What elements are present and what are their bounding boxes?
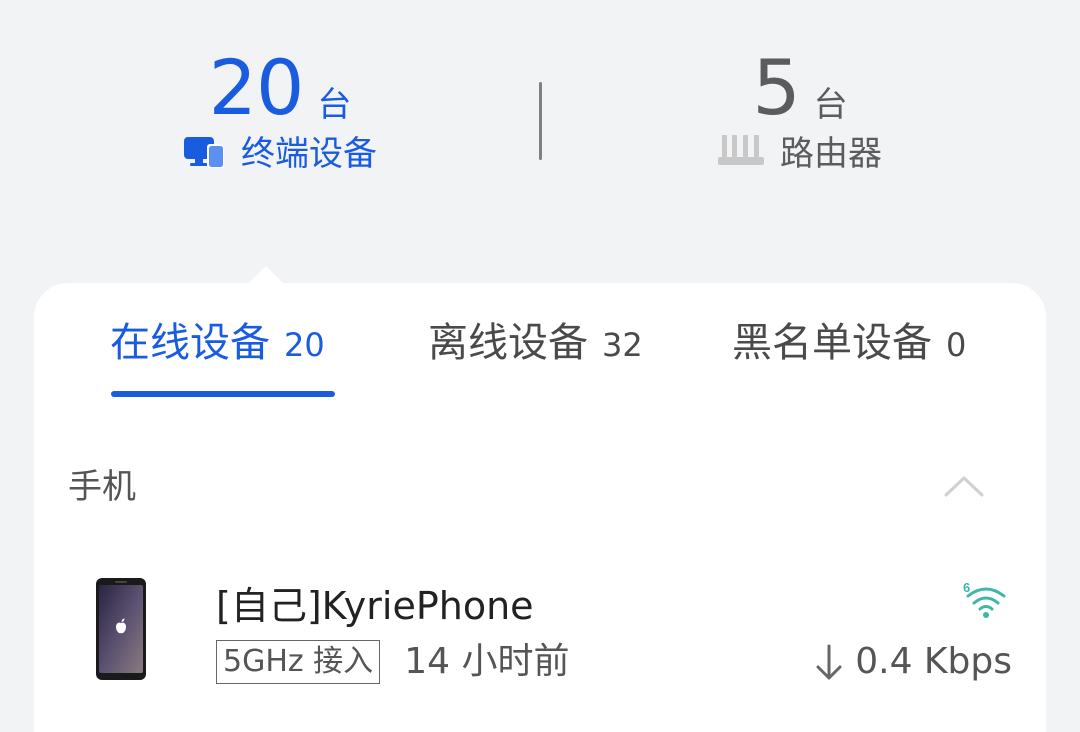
tab-count: 20 bbox=[284, 326, 325, 364]
tab-label: 在线设备 bbox=[110, 320, 270, 366]
tab-label: 黑名单设备 bbox=[732, 320, 932, 366]
band-badge: 5GHz 接入 bbox=[216, 640, 381, 684]
chevron-up-icon[interactable] bbox=[940, 467, 988, 507]
tab-online-devices[interactable]: 在线设备 20 bbox=[110, 319, 325, 367]
section-header-phones[interactable]: 手机 bbox=[34, 453, 1046, 523]
phone-icon bbox=[96, 578, 146, 680]
routers-stat[interactable]: 5 台 路由器 bbox=[660, 50, 940, 174]
device-list-card: 在线设备 20 离线设备 32 黑名单设备 0 手机 [自己]KyriePhon… bbox=[34, 283, 1046, 732]
terminal-count: 20 bbox=[208, 43, 305, 132]
devices-screen: 20 台 终端设备 5 台 路由器 在线设备 20 离线设备 32 黑名单设备 … bbox=[0, 0, 1080, 732]
arrow-down-icon bbox=[815, 642, 843, 682]
device-summary: 20 台 终端设备 5 台 路由器 bbox=[0, 0, 1080, 200]
tab-blacklist-devices[interactable]: 黑名单设备 0 bbox=[732, 319, 966, 367]
terminal-count-unit: 台 bbox=[317, 85, 352, 125]
device-tabs: 在线设备 20 离线设备 32 黑名单设备 0 bbox=[34, 283, 1046, 403]
router-count-unit: 台 bbox=[813, 85, 848, 125]
terminal-devices-label: 终端设备 bbox=[241, 134, 377, 174]
tab-offline-devices[interactable]: 离线设备 32 bbox=[428, 319, 643, 367]
tab-count: 0 bbox=[946, 326, 967, 364]
summary-divider bbox=[539, 82, 542, 160]
router-icon bbox=[718, 135, 766, 173]
device-row[interactable]: [自己]KyriePhone 5GHz 接入 14 小时前 6 0.4 Kbps bbox=[34, 568, 1046, 698]
terminal-devices-stat[interactable]: 20 台 终端设备 bbox=[140, 50, 420, 174]
tab-count: 32 bbox=[602, 326, 643, 364]
device-meta: 5GHz 接入 14 小时前 bbox=[216, 640, 569, 684]
active-tab-indicator bbox=[111, 391, 335, 397]
router-count: 5 bbox=[752, 43, 800, 132]
monitor-phone-icon bbox=[183, 134, 227, 174]
device-name: [自己]KyriePhone bbox=[216, 584, 534, 628]
last-seen: 14 小时前 bbox=[404, 641, 570, 682]
wifi-6-icon: 6 bbox=[962, 580, 1010, 620]
routers-label: 路由器 bbox=[780, 134, 882, 174]
tab-label: 离线设备 bbox=[428, 320, 588, 366]
section-title: 手机 bbox=[68, 467, 136, 507]
speed-readout: 0.4 Kbps bbox=[815, 640, 1012, 684]
speed-value: 0.4 Kbps bbox=[855, 641, 1012, 682]
svg-text:6: 6 bbox=[963, 580, 970, 595]
